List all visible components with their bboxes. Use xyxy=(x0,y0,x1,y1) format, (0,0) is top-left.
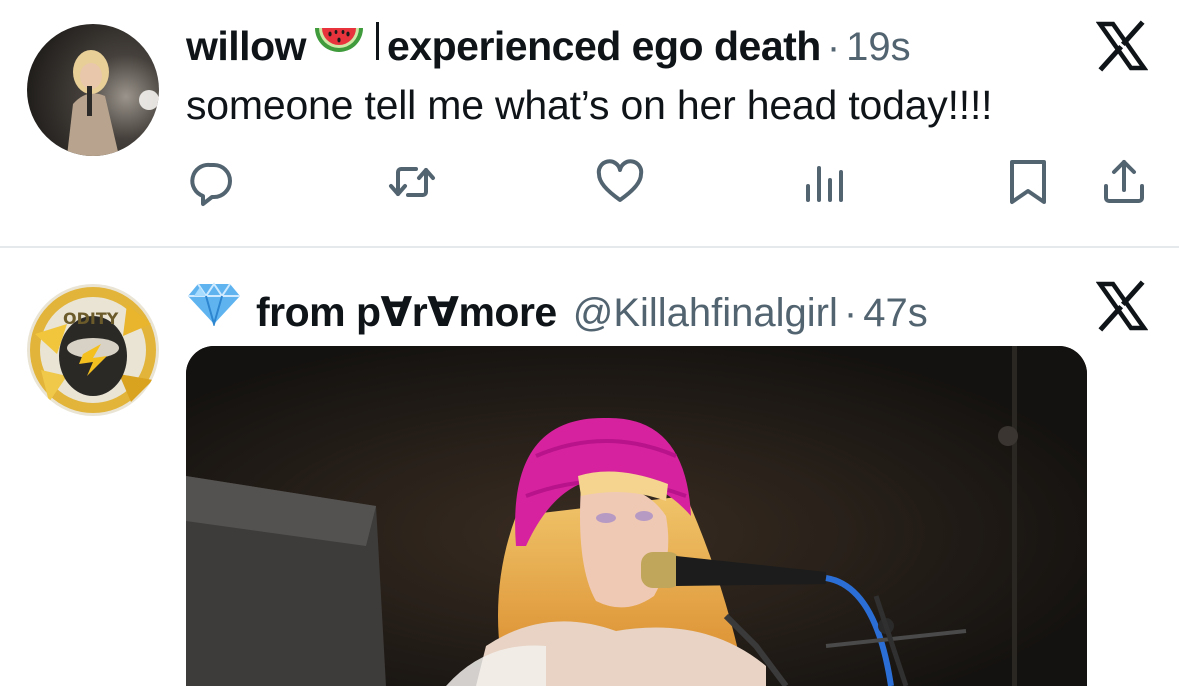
bookmark-icon[interactable] xyxy=(1002,156,1054,208)
name-separator-bar xyxy=(376,22,379,60)
reply-icon[interactable] xyxy=(186,156,238,208)
gem-icon xyxy=(186,282,242,331)
svg-text:ODITY: ODITY xyxy=(63,309,119,328)
x-logo-icon xyxy=(1095,20,1149,72)
share-icon[interactable] xyxy=(1098,156,1150,208)
separator-dot: · xyxy=(826,25,841,69)
tweet-header: willow experienced ego death · 19s xyxy=(186,20,911,70)
separator-dot: · xyxy=(843,291,858,335)
display-name[interactable]: willow xyxy=(186,23,307,70)
display-name-suffix[interactable]: experienced ego death xyxy=(387,23,821,70)
watermelon-icon xyxy=(312,20,366,65)
timestamp[interactable]: 19s xyxy=(846,25,911,70)
x-logo-icon xyxy=(1095,280,1149,332)
like-icon[interactable] xyxy=(594,156,646,208)
retweet-icon[interactable] xyxy=(386,156,438,208)
tweet-card[interactable]: ODITY from p∀r∀more @Killahfinalgirl · 4… xyxy=(0,248,1179,686)
tweet-card[interactable]: willow experienced ego death · 19s someo… xyxy=(0,0,1179,246)
avatar[interactable]: ODITY xyxy=(27,284,159,416)
tweet-text: someone tell me what’s on her head today… xyxy=(186,82,993,128)
user-handle[interactable]: @Killahfinalgirl xyxy=(573,291,838,336)
tweet-media-photo[interactable] xyxy=(186,346,1087,686)
avatar[interactable] xyxy=(27,24,159,156)
timestamp[interactable]: 47s xyxy=(863,291,928,336)
tweet-header: from p∀r∀more @Killahfinalgirl · 47s xyxy=(186,282,928,336)
views-icon[interactable] xyxy=(800,156,852,208)
display-name[interactable]: from p∀r∀more xyxy=(256,288,557,336)
